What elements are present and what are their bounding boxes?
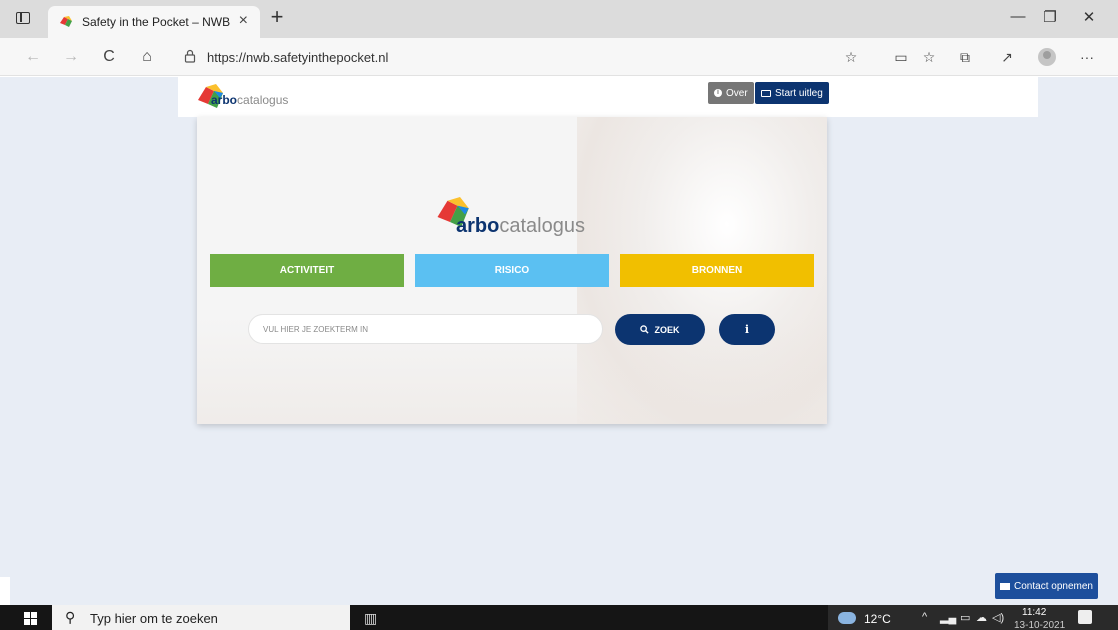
clock-time[interactable]: 11:42 [1022, 607, 1046, 618]
url-field[interactable]: https://nwb.safetyinthepocket.nl [176, 43, 876, 71]
restore-button[interactable]: ❐ [1035, 8, 1065, 30]
site-header: arbocatalogus i Over Start uitleg [178, 77, 1038, 117]
activiteit-button[interactable]: ACTIVITEIT [210, 254, 404, 287]
temperature[interactable]: 12°C [864, 612, 891, 626]
zoek-button[interactable]: ZOEK [615, 314, 705, 345]
tab-title: Safety in the Pocket – NWB [82, 15, 231, 29]
new-tab-button[interactable]: + [264, 6, 290, 32]
favorites-icon[interactable]: ☆ [918, 46, 940, 68]
share-icon[interactable]: ↗ [996, 46, 1018, 68]
notification-icon[interactable] [1078, 610, 1092, 624]
chevron-up-icon[interactable]: ^ [922, 611, 927, 623]
arbo-favicon-icon [60, 16, 72, 27]
tab-close-icon[interactable]: × [239, 12, 248, 30]
battery-icon[interactable]: ▭ [960, 611, 970, 624]
taskbar-search-icon: ⚲ [65, 609, 76, 625]
taskbar-search-placeholder: Typ hier om te zoeken [90, 611, 218, 626]
forward-button[interactable]: → [60, 46, 82, 68]
over-label: Over [726, 87, 748, 99]
volume-icon[interactable]: ◁) [992, 611, 1004, 624]
envelope-icon [1000, 582, 1011, 590]
tab-actions-icon[interactable] [16, 12, 30, 24]
windows-start-icon[interactable] [24, 612, 38, 626]
search-icon [640, 325, 650, 334]
url-text: https://nwb.safetyinthepocket.nl [207, 50, 389, 65]
info-circle-icon: i [714, 89, 722, 97]
search-card: arbocatalogus ACTIVITEIT RISICO BRONNEN … [197, 117, 827, 424]
system-tray: 12°C ^ ▂▄ ▭ ☁ ◁) 11:42 13-10-2021 [828, 605, 1118, 630]
close-window-button[interactable]: ✕ [1074, 8, 1104, 30]
main-logo-text-rest: catalogus [499, 215, 585, 237]
more-menu-icon[interactable]: ··· [1076, 46, 1098, 68]
cast-icon[interactable]: ▭ [890, 46, 912, 68]
task-view-icon[interactable]: ▥ [364, 610, 377, 627]
page-content: arbocatalogus i Over Start uitleg arboca… [0, 77, 1118, 605]
network-icon[interactable]: ▂▄ [940, 611, 956, 624]
refresh-button[interactable]: C [98, 46, 120, 68]
lock-icon [184, 49, 196, 63]
info-button[interactable]: i [719, 314, 775, 345]
main-logo-text-bold: arbo [456, 215, 500, 237]
contact-label: Contact opnemen [1014, 580, 1093, 592]
over-button[interactable]: i Over [708, 82, 754, 104]
browser-tab-bar: Safety in the Pocket – NWB × + — ❐ ✕ [0, 0, 1118, 38]
collections-icon[interactable]: ⧉ [954, 46, 976, 68]
profile-avatar[interactable] [1038, 48, 1056, 66]
contact-opnemen-button[interactable]: Contact opnemen [995, 573, 1098, 599]
left-edge-strip [0, 577, 10, 605]
logo-text-rest: catalogus [237, 93, 289, 107]
monitor-icon [761, 89, 771, 97]
back-button[interactable]: ← [22, 46, 44, 68]
weather-icon[interactable] [838, 612, 856, 624]
risico-button[interactable]: RISICO [415, 254, 609, 287]
onedrive-icon[interactable]: ☁ [976, 611, 987, 624]
start-uitleg-button[interactable]: Start uitleg [755, 82, 829, 104]
search-input[interactable] [248, 314, 603, 344]
logo-text-bold: arbo [211, 93, 238, 107]
browser-tab[interactable]: Safety in the Pocket – NWB × [48, 6, 260, 38]
browser-address-bar: ← → C ⌂ https://nwb.safetyinthepocket.nl… [0, 38, 1118, 76]
bronnen-button[interactable]: BRONNEN [620, 254, 814, 287]
windows-taskbar: ⚲ Typ hier om te zoeken ▥ 12°C ^ ▂▄ ▭ ☁ … [0, 605, 1118, 630]
taskbar-search-box[interactable]: ⚲ Typ hier om te zoeken [52, 605, 350, 630]
favorite-add-icon[interactable]: ☆ [840, 46, 862, 68]
home-button[interactable]: ⌂ [136, 46, 158, 68]
start-uitleg-label: Start uitleg [775, 87, 823, 99]
zoek-label: ZOEK [654, 324, 680, 335]
minimize-button[interactable]: — [1003, 8, 1033, 30]
clock-date[interactable]: 13-10-2021 [1014, 620, 1065, 630]
